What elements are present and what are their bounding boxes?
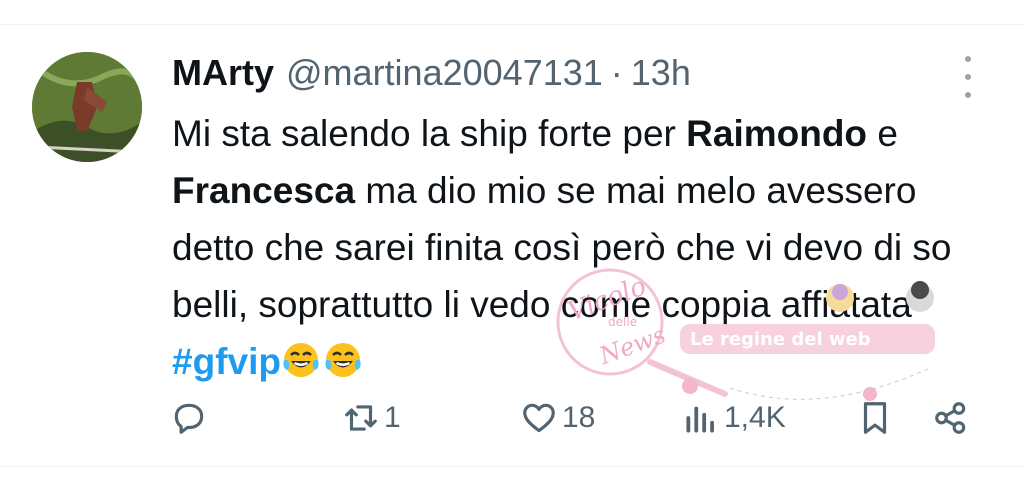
top-divider: [0, 24, 1024, 25]
tweet-text-part: Mi sta salendo la ship forte per: [172, 113, 687, 154]
tweet-text-bold-name: Francesca: [172, 170, 356, 211]
retweet-icon: [345, 405, 377, 431]
more-options-icon[interactable]: [954, 56, 982, 98]
bookmark-icon: [863, 402, 887, 434]
bottom-divider: [0, 466, 1024, 467]
avatar[interactable]: [32, 52, 142, 162]
retweet-button[interactable]: 1: [342, 396, 401, 440]
tweet-actions: 1 18 1,4K: [170, 396, 990, 440]
share-icon: [935, 402, 966, 434]
hashtag-link[interactable]: #gfvip: [172, 341, 281, 382]
reply-button[interactable]: [170, 396, 208, 440]
avatar-image: [32, 52, 142, 162]
share-button[interactable]: [932, 396, 970, 440]
laughing-tears-emoji-icon: [325, 343, 361, 377]
reply-icon: [174, 403, 204, 434]
bookmark-button[interactable]: [856, 396, 894, 440]
tweet-header: MArty @martina20047131 · 13h: [172, 50, 691, 96]
like-button[interactable]: 18: [520, 396, 595, 440]
views-button[interactable]: 1,4K: [682, 396, 786, 440]
heart-icon: [523, 403, 555, 433]
views-chart-icon: [686, 406, 714, 433]
tweet-text-part: e: [867, 113, 898, 154]
author-name[interactable]: MArty: [172, 50, 274, 96]
laughing-tears-emoji-icon: [283, 343, 319, 377]
views-count: 1,4K: [724, 401, 786, 434]
like-count: 18: [562, 401, 596, 434]
separator-dot: ·: [610, 52, 623, 93]
timestamp[interactable]: 13h: [631, 50, 691, 96]
author-handle[interactable]: @martina20047131: [286, 50, 603, 96]
tweet-text: Mi sta salendo la ship forte per Raimond…: [172, 105, 1002, 390]
tweet-text-bold-name: Raimondo: [686, 113, 868, 154]
retweet-count: 1: [384, 401, 401, 434]
